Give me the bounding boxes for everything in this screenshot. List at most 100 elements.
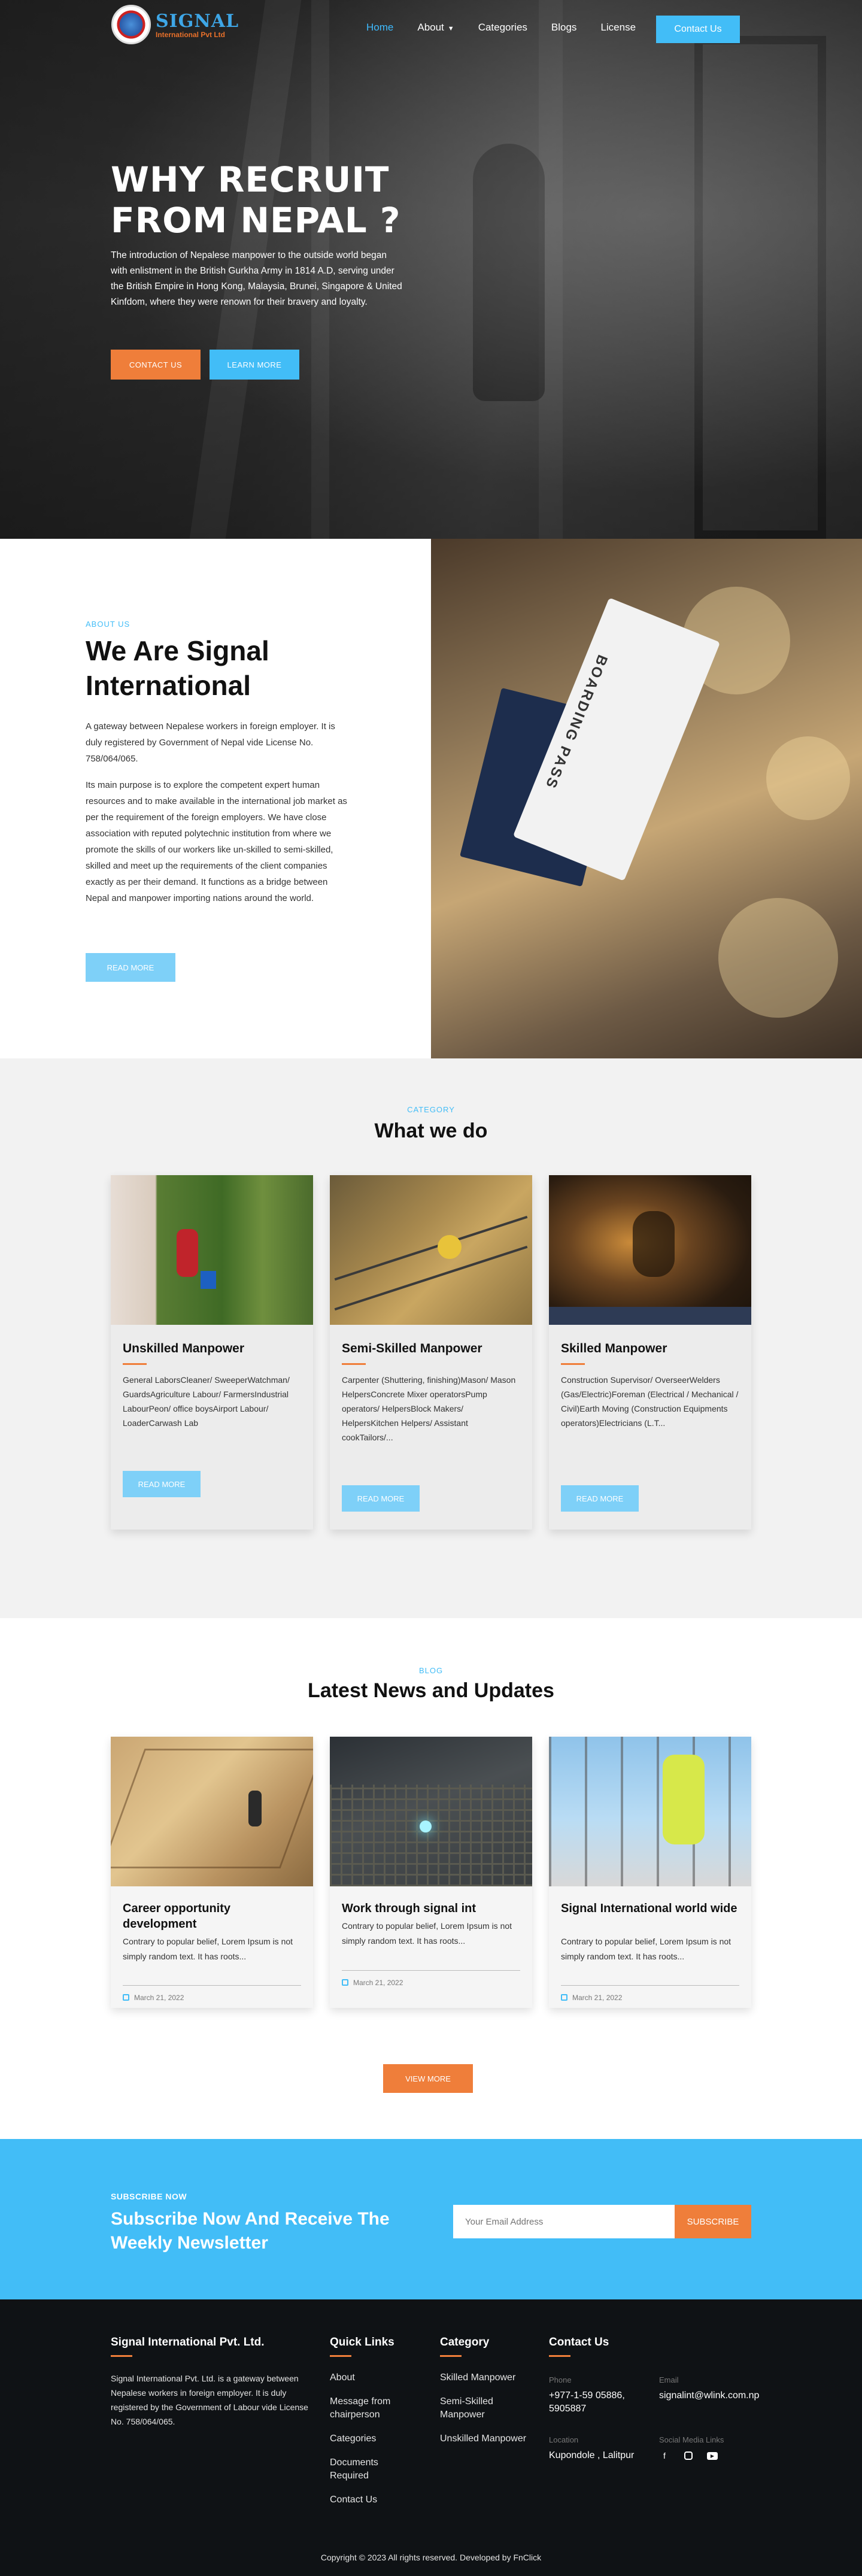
blog-card-title: Career opportunity development [123,1902,231,1931]
footer-location-label: Location [549,2435,579,2444]
card-title: Unskilled Manpower [123,1342,245,1355]
footer-social-links: f ▶ [659,2450,779,2461]
subscribe-email-input[interactable] [453,2205,675,2238]
blog-card[interactable]: Signal International world wide Contrary… [549,1737,751,2008]
site-footer: Signal International Pvt. Ltd. Signal In… [0,2299,862,2576]
blog-card[interactable]: Career opportunity development Contrary … [111,1737,313,2008]
card-read-more-button[interactable]: READ MORE [342,1485,420,1512]
image-welder-figure [633,1211,675,1277]
footer-category-semi-skilled[interactable]: Semi-Skilled Manpower [440,2395,530,2422]
blog-card-description: Contrary to popular belief, Lorem Ipsum … [123,1937,293,1961]
footer-category-skilled[interactable]: Skilled Manpower [440,2371,530,2384]
blog-eyebrow: BLOG [418,1666,444,1675]
blog-card-image [549,1737,751,1886]
image-rebar [334,1215,528,1281]
category-section: CATEGORY What we do Unskilled Manpower G… [0,1058,862,1618]
view-more-button[interactable]: VIEW MORE [383,2064,473,2093]
card-title: Semi-Skilled Manpower [342,1342,482,1355]
card-description: Carpenter (Shuttering, finishing)Mason/ … [342,1375,516,1442]
footer-divider [440,2355,462,2357]
calendar-icon [342,1979,348,1986]
blog-card-description: Contrary to popular belief, Lorem Ipsum … [561,1937,732,1961]
card-read-more-button[interactable]: READ MORE [123,1471,201,1497]
blog-card-image [111,1737,313,1886]
about-section: ABOUT US We Are Signal International A g… [0,539,862,1058]
footer-company-title: Signal International Pvt. Ltd. [111,2336,265,2349]
hero-title: WHY RECRUIT FROM NEPAL ? [111,159,401,241]
hero-text: The introduction of Nepalese manpower to… [111,250,402,307]
facebook-icon[interactable]: f [659,2450,670,2461]
footer-link-documents[interactable]: Documents Required [330,2456,420,2483]
image-bucket [201,1271,216,1289]
nav-contact-button[interactable]: Contact Us [656,16,740,43]
footer-quick-links: Quick Links About Message from chairpers… [330,2336,420,2507]
footer-phone[interactable]: +977-1-59 05886, 5905887 [549,2389,651,2416]
footer-contact: Contact Us Phone +977-1-59 05886, 590588… [549,2336,759,2460]
footer-quick-title: Quick Links [330,2336,394,2349]
about-paragraph-1: A gateway between Nepalese workers in fo… [86,721,335,764]
nav-link-home[interactable]: Home [366,22,393,34]
nav-link-blogs[interactable]: Blogs [551,22,577,34]
footer-social-label: Social Media Links [659,2435,724,2444]
card-read-more-button[interactable]: READ MORE [561,1485,639,1512]
main-navigation: SIGNAL International Pvt Ltd Home About ▼… [0,0,862,57]
footer-email-label: Email [659,2375,679,2384]
category-card-skilled: Skilled Manpower Construction Supervisor… [549,1175,751,1530]
blog-title: Latest News and Updates [308,1679,554,1702]
blog-card-divider [123,1985,301,1986]
blog-card-date: March 21, 2022 [342,1979,403,1987]
blog-card-date: March 21, 2022 [561,1994,622,2002]
instagram-glyph [684,2451,693,2460]
nav-link-license[interactable]: License [600,22,636,34]
card-divider [561,1363,585,1365]
hero-learn-more-button[interactable]: LEARN MORE [210,350,299,380]
footer-location: Kupondole , Lalitpur [549,2450,635,2460]
youtube-glyph: ▶ [707,2451,718,2460]
category-title: What we do [374,1119,488,1142]
subscribe-button[interactable]: SUBSCRIBE [675,2205,751,2238]
footer-divider [330,2355,351,2357]
card-divider [342,1363,366,1365]
image-worker-vest [663,1755,705,1844]
nav-link-categories[interactable]: Categories [478,22,527,34]
blog-card-title: Signal International world wide [561,1902,737,1915]
subscribe-section: SUBSCRIBE NOW Subscribe Now And Receive … [0,2139,862,2299]
about-read-more-button[interactable]: READ MORE [86,953,175,982]
hero-contact-button[interactable]: CONTACT US [111,350,201,380]
footer-category-title: Category [440,2336,490,2349]
blog-card-date: March 21, 2022 [123,1994,184,2002]
blog-section: BLOG Latest News and Updates Career oppo… [0,1618,862,2139]
calendar-icon [561,1994,567,2001]
blog-card-divider [561,1985,739,1986]
footer-email[interactable]: signalint@wlink.com.np [659,2389,779,2402]
site-logo[interactable]: SIGNAL International Pvt Ltd [111,5,239,44]
logo-text: SIGNAL [156,10,239,32]
blog-card-date-text: March 21, 2022 [134,1994,184,2002]
blog-card[interactable]: Work through signal int Contrary to popu… [330,1737,532,2008]
footer-link-categories[interactable]: Categories [330,2432,420,2445]
footer-link-about[interactable]: About [330,2371,420,2384]
footer-company-text: Signal International Pvt. Ltd. is a gate… [111,2374,308,2426]
subscribe-title: Subscribe Now And Receive The Weekly New… [111,2209,390,2253]
about-paragraph-2: Its main purpose is to explore the compe… [86,780,347,903]
card-description: Construction Supervisor/ OverseerWelders… [561,1375,739,1428]
image-worker-figure [248,1791,262,1826]
footer-category-unskilled[interactable]: Unskilled Manpower [440,2432,530,2445]
blog-card-divider [342,1970,520,1971]
footer-category: Category Skilled Manpower Semi-Skilled M… [440,2336,530,2445]
image-rebar-grid [330,1785,532,1886]
instagram-icon[interactable] [683,2450,694,2461]
category-card-semi-skilled: Semi-Skilled Manpower Carpenter (Shutter… [330,1175,532,1530]
nav-link-about-label: About [417,22,444,33]
footer-copyright: Copyright © 2023 All rights reserved. De… [320,2553,542,2562]
footer-phone-label: Phone [549,2375,572,2384]
youtube-icon[interactable]: ▶ [707,2450,718,2461]
nav-link-about[interactable]: About ▼ [417,22,454,34]
footer-company: Signal International Pvt. Ltd. Signal In… [111,2336,314,2429]
nav-menu: Home About ▼ Categories Blogs License [366,22,660,34]
blog-card-description: Contrary to popular belief, Lorem Ipsum … [342,1921,512,1946]
blog-card-image [330,1737,532,1886]
footer-link-contact[interactable]: Contact Us [330,2493,420,2507]
footer-link-message[interactable]: Message from chairperson [330,2395,420,2422]
photo-bokeh [766,736,850,820]
